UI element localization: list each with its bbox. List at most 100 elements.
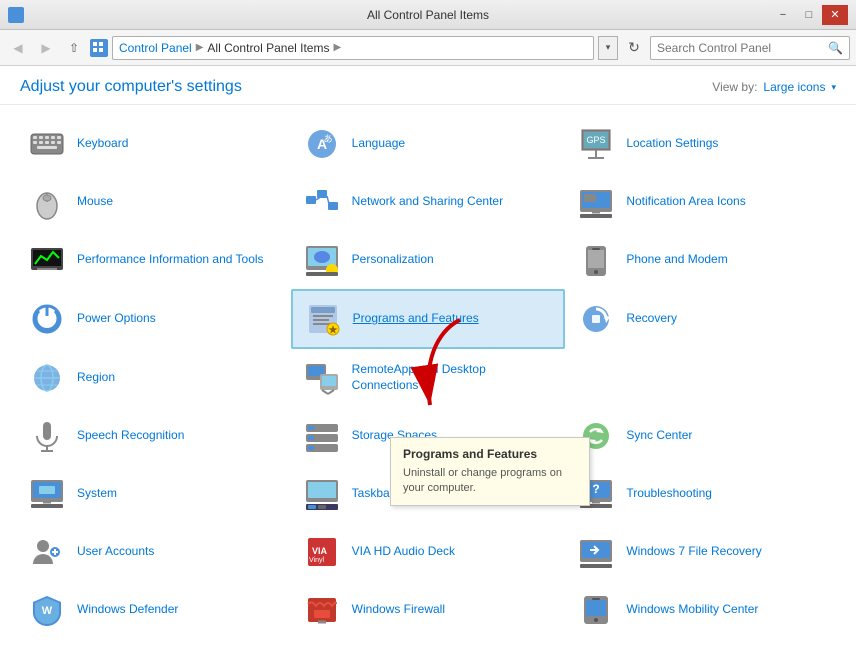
programs-features-label: Programs and Features — [353, 311, 479, 327]
win-mobility-icon — [576, 590, 616, 630]
power-options-label: Power Options — [77, 311, 156, 327]
via-hd-audio-label: VIA HD Audio Deck — [352, 544, 455, 560]
panel-item-location-settings[interactable]: GPS Location Settings — [565, 115, 840, 173]
view-by-value[interactable]: Large icons — [763, 80, 825, 94]
forward-button[interactable]: ▶ — [34, 36, 58, 60]
win-firewall-icon — [302, 590, 342, 630]
mouse-label: Mouse — [77, 194, 113, 210]
panel-item-system[interactable]: System — [16, 465, 291, 523]
refresh-button[interactable]: ↻ — [622, 36, 646, 60]
panel-item-power-options[interactable]: Power Options — [16, 289, 291, 349]
panel-item-user-accounts[interactable]: User Accounts — [16, 523, 291, 581]
window-controls: − □ ✕ — [770, 5, 848, 25]
recovery-label: Recovery — [626, 311, 677, 327]
panel-item-network-sharing[interactable]: Network and Sharing Center — [291, 173, 566, 231]
performance-label: Performance Information and Tools — [77, 252, 264, 268]
panel-item-mouse[interactable]: Mouse — [16, 173, 291, 231]
panel-item-region[interactable]: Region — [16, 349, 291, 407]
speech-recognition-label: Speech Recognition — [77, 428, 184, 444]
address-bar: ◀ ▶ ⇧ Control Panel ▶ All Control Panel … — [0, 30, 856, 66]
panel-item-personalization[interactable]: Personalization — [291, 231, 566, 289]
close-button[interactable]: ✕ — [822, 5, 848, 25]
svg-text:GPS: GPS — [587, 135, 606, 145]
panel-item-win-mobility[interactable]: Windows Mobility Center — [565, 581, 840, 639]
window-title: All Control Panel Items — [367, 8, 489, 22]
panel-item-via-hd-audio[interactable]: VIA Vinyl VIA HD Audio Deck — [291, 523, 566, 581]
breadcrumb-sep-1: ▶ — [196, 42, 204, 53]
search-icon[interactable]: 🔍 — [828, 41, 843, 55]
app-icon — [8, 7, 24, 23]
language-icon: A あ — [302, 124, 342, 164]
search-box: 🔍 — [650, 36, 850, 60]
svg-text:★: ★ — [328, 325, 337, 336]
breadcrumb-dropdown[interactable]: ▾ — [598, 36, 618, 60]
taskbar-icon — [302, 474, 342, 514]
svg-text:Vinyl: Vinyl — [309, 557, 324, 564]
network-sharing-icon — [302, 182, 342, 222]
phone-modem-icon — [576, 240, 616, 280]
taskbar-label: Taskbar — [352, 486, 394, 502]
content-header: Adjust your computer's settings View by:… — [0, 66, 856, 105]
view-by-arrow-icon[interactable]: ▾ — [831, 82, 836, 93]
tooltip-title: Programs and Features — [403, 446, 577, 463]
panel-item-performance[interactable]: Performance Information and Tools — [16, 231, 291, 289]
region-label: Region — [77, 370, 115, 386]
panel-item-language[interactable]: A あ Language — [291, 115, 566, 173]
performance-icon — [27, 240, 67, 280]
programs-features-tooltip: Programs and Features Uninstall or chang… — [390, 437, 590, 506]
panel-item-win7-recovery[interactable]: Windows 7 File Recovery — [565, 523, 840, 581]
breadcrumb-sep-2: ▶ — [333, 42, 341, 53]
items-grid: Keyboard A あ Language — [0, 105, 856, 646]
svg-text:W: W — [42, 605, 53, 617]
panel-item-speech-recognition[interactable]: Speech Recognition — [16, 407, 291, 465]
panel-item-phone-modem[interactable]: Phone and Modem — [565, 231, 840, 289]
win-firewall-label: Windows Firewall — [352, 602, 445, 618]
speech-recognition-icon — [27, 416, 67, 456]
view-by-control: View by: Large icons ▾ — [712, 80, 836, 94]
title-bar: All Control Panel Items − □ ✕ — [0, 0, 856, 30]
svg-text:VIA: VIA — [312, 546, 328, 556]
minimize-button[interactable]: − — [770, 5, 796, 25]
up-button[interactable]: ⇧ — [62, 36, 86, 60]
breadcrumb-control-panel[interactable]: Control Panel — [119, 41, 192, 55]
location-settings-label: Location Settings — [626, 136, 718, 152]
panel-item-notification-area[interactable]: Notification Area Icons — [565, 173, 840, 231]
main-content: Adjust your computer's settings View by:… — [0, 66, 856, 646]
personalization-icon — [302, 240, 342, 280]
win-mobility-label: Windows Mobility Center — [626, 602, 758, 618]
remote-app-icon — [302, 358, 342, 398]
view-by-label: View by: — [712, 80, 757, 94]
back-button[interactable]: ◀ — [6, 36, 30, 60]
power-options-icon — [27, 299, 67, 339]
tooltip-desc: Uninstall or change programs on your com… — [403, 466, 577, 497]
maximize-button[interactable]: □ — [796, 5, 822, 25]
search-input[interactable] — [657, 41, 824, 55]
keyboard-icon — [27, 124, 67, 164]
panel-item-recovery[interactable]: Recovery — [565, 289, 840, 349]
win-defender-icon: W — [27, 590, 67, 630]
panel-item-keyboard[interactable]: Keyboard — [16, 115, 291, 173]
panel-item-win-update[interactable]: Windows Update — [16, 639, 291, 646]
panel-item-remote-app[interactable]: RemoteApp and Desktop Connections — [291, 349, 566, 407]
notification-area-label: Notification Area Icons — [626, 194, 745, 210]
personalization-label: Personalization — [352, 252, 434, 268]
remote-app-label: RemoteApp and Desktop Connections — [352, 362, 555, 393]
panel-item-sync-center[interactable]: Sync Center — [565, 407, 840, 465]
breadcrumb-all-items: All Control Panel Items — [207, 41, 329, 55]
panel-item-win-defender[interactable]: W Windows Defender — [16, 581, 291, 639]
title-bar-left — [8, 7, 24, 23]
storage-spaces-icon — [302, 416, 342, 456]
svg-text:あ: あ — [323, 134, 332, 144]
panel-item-win-firewall[interactable]: Windows Firewall — [291, 581, 566, 639]
panel-item-programs-features[interactable]: ★ Programs and Features — [291, 289, 566, 349]
win-defender-label: Windows Defender — [77, 602, 178, 618]
language-label: Language — [352, 136, 405, 152]
breadcrumb-bar[interactable]: Control Panel ▶ All Control Panel Items … — [112, 36, 594, 60]
location-settings-icon: GPS — [576, 124, 616, 164]
svg-text:?: ? — [593, 482, 600, 496]
panel-item-troubleshooting[interactable]: ? Troubleshooting — [565, 465, 840, 523]
troubleshooting-label: Troubleshooting — [626, 486, 712, 502]
phone-modem-label: Phone and Modem — [626, 252, 727, 268]
system-icon — [27, 474, 67, 514]
page-title: Adjust your computer's settings — [20, 78, 242, 96]
